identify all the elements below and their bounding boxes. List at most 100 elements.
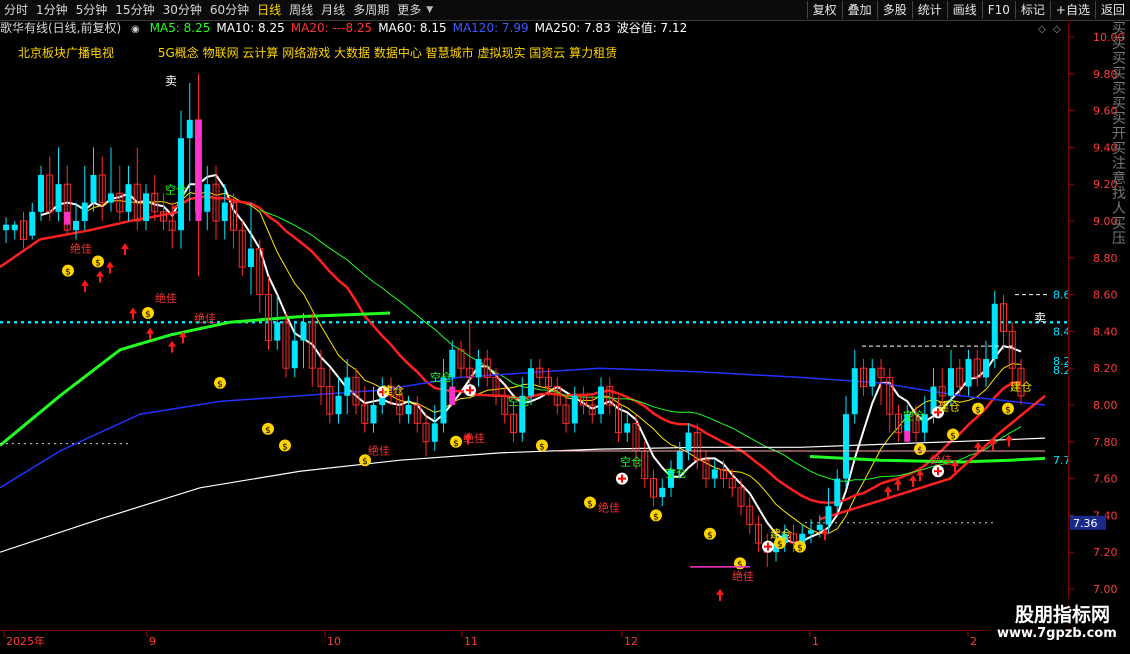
candle-body <box>965 359 972 387</box>
build-position-label: 建仓 <box>1010 379 1032 393</box>
candle-body <box>869 368 876 387</box>
price-tick-label: 7.60 <box>1093 473 1118 486</box>
candle-body <box>440 377 447 424</box>
candle-body <box>571 395 578 424</box>
money-bag-icon: $ <box>450 435 462 449</box>
date-tick-label: 2025年 <box>6 634 45 648</box>
build-position-label: 建仓 <box>382 383 404 397</box>
candle-body <box>370 405 377 424</box>
candle-body <box>248 248 254 267</box>
candle-body <box>851 368 858 415</box>
candle-body <box>274 322 281 341</box>
candlestick-chart[interactable]: $$$$$$$$ $$$$$$ $$$$ $卖卖绝佳绝佳绝佳绝佳绝佳绝佳绝佳绝佳空仓空… <box>0 37 1068 630</box>
money-bag-icon: $ <box>734 557 746 570</box>
indicator-toggle-icon[interactable]: ◉ <box>131 24 140 35</box>
chevron-down-icon[interactable]: ▼ <box>426 5 433 15</box>
money-bag-icon: $ <box>650 509 662 522</box>
candle-body <box>948 368 954 396</box>
money-bag-icon: $ <box>92 255 104 268</box>
candle-body <box>983 359 989 378</box>
date-tick-label: 11 <box>464 635 478 648</box>
period-tab[interactable]: 月线 <box>317 0 349 20</box>
candle-body <box>344 377 351 396</box>
period-tab[interactable]: 日线 <box>253 0 285 20</box>
svg-text:$: $ <box>145 310 151 320</box>
highlight-candle <box>195 119 202 221</box>
toolbar-button[interactable]: 标记 <box>1014 1 1050 19</box>
svg-text:$: $ <box>587 500 593 510</box>
date-tick-label: 2 <box>970 635 977 648</box>
candle-body <box>475 359 482 378</box>
toolbar-button[interactable]: 画线 <box>946 1 982 19</box>
up-arrow-icon <box>121 243 129 256</box>
candle-body <box>29 211 36 236</box>
period-tab[interactable]: 多周期 <box>349 0 393 20</box>
money-bag-icon: $ <box>62 264 74 278</box>
ma-legend-item: MA20: ---8.25 <box>290 21 373 35</box>
toolbar-button[interactable]: 叠加 <box>841 1 877 19</box>
candle-body <box>204 184 211 212</box>
up-arrow-icon <box>96 270 104 283</box>
svg-text:$: $ <box>653 512 659 522</box>
toolbar-button[interactable]: +自选 <box>1049 1 1095 19</box>
date-tick-label: 9 <box>149 635 156 648</box>
period-tab[interactable]: 周线 <box>285 0 317 20</box>
period-tab[interactable]: 30分钟 <box>159 0 206 20</box>
candle-body <box>11 224 18 231</box>
period-tab[interactable]: 5分钟 <box>72 0 112 20</box>
candle-body <box>598 386 604 415</box>
candle-body <box>843 414 849 479</box>
watermark-url: www.7gpzb.com <box>997 626 1117 641</box>
current-price-label: 7.36 <box>1073 517 1098 530</box>
date-tick-label: 12 <box>624 635 638 648</box>
period-tabs: 分时 1分钟 5分钟 15分钟 30分钟 60分钟 日线 周线 月线 多周期 更多 ▼ <box>0 0 433 20</box>
build-position-label: 建仓 <box>938 400 960 414</box>
highlight-candle <box>64 211 71 225</box>
toolbar-button[interactable]: 多股 <box>876 1 912 19</box>
money-bag-icon: $ <box>214 376 226 390</box>
watermark-title: 股朋指标网 <box>1015 604 1111 626</box>
level-label: 8.6 <box>1053 289 1068 302</box>
candle-body <box>55 184 62 212</box>
up-arrow-icon <box>129 307 137 320</box>
candle-body <box>335 395 342 415</box>
period-tab[interactable]: 1分钟 <box>32 0 72 20</box>
ma-legend-item: MA10: 8.25 <box>216 21 285 35</box>
best-signal-label: 绝佳 <box>155 291 177 305</box>
period-tab[interactable]: 60分钟 <box>206 0 253 20</box>
money-bag-icon: $ <box>704 527 716 541</box>
best-signal-label: 绝佳 <box>70 241 92 255</box>
ma-legend-item: MA60: 8.15 <box>378 21 447 35</box>
svg-text:$: $ <box>950 431 956 441</box>
period-tab[interactable]: 15分钟 <box>111 0 158 20</box>
scroll-left-icon[interactable]: ◇ <box>1038 24 1046 35</box>
empty-position-label: 空仓 <box>620 455 642 469</box>
date-tick-label: 10 <box>327 635 341 648</box>
toolbar-button[interactable]: 返回 <box>1094 1 1130 19</box>
empty-position-label: 空仓 <box>903 409 925 423</box>
candle-body <box>186 119 193 139</box>
money-bag-icon: $ <box>947 428 959 441</box>
side-panel-strip: 买买买买买买买开买注意找人买压 <box>1112 22 1126 247</box>
ma-legend-item: 波谷值: 7.12 <box>616 21 688 35</box>
money-bag-icon: $ <box>142 307 154 320</box>
toolbar-button[interactable]: 统计 <box>911 1 947 19</box>
candle-body <box>38 175 44 212</box>
period-tab[interactable]: 分时 <box>0 0 32 20</box>
price-tick-label: 7.20 <box>1093 546 1118 559</box>
candle-body <box>405 405 412 415</box>
scroll-right-icon[interactable]: ◇ <box>1053 24 1061 35</box>
money-bag-icon: $ <box>262 422 274 436</box>
up-arrow-icon <box>81 279 89 292</box>
ma-legend-item: MA120: 7.99 <box>452 21 529 35</box>
svg-text:$: $ <box>1005 406 1011 416</box>
date-axis-svg: 2025年 9 10 11 12 1 2 <box>3 631 977 648</box>
toolbar-button[interactable]: F10 <box>981 1 1015 19</box>
period-tab[interactable]: 更多 <box>393 0 425 20</box>
best-signal-label: 绝佳 <box>463 431 485 445</box>
candle-body <box>711 469 718 479</box>
svg-text:$: $ <box>539 442 545 452</box>
candle-body <box>816 524 823 531</box>
toolbar-button[interactable]: 复权 <box>806 1 842 19</box>
money-bag-icon: $ <box>279 439 291 452</box>
